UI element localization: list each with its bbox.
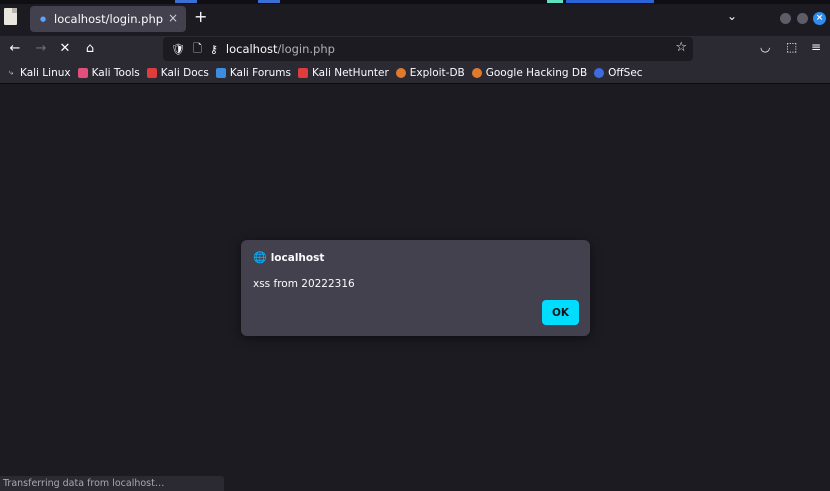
ok-button[interactable]: OK <box>542 300 579 325</box>
bookmark-kali-linux[interactable]: ⤷ Kali Linux <box>6 67 71 79</box>
bookmark-star-icon[interactable]: ☆ <box>675 40 687 55</box>
favicon-icon: ● <box>40 15 47 23</box>
tab-close-icon[interactable]: × <box>168 11 178 25</box>
back-button[interactable]: ← <box>6 40 24 58</box>
file-app-icon[interactable] <box>0 4 22 34</box>
nethunter-icon <box>297 67 308 78</box>
kali-forums-icon <box>215 67 226 78</box>
page-icon[interactable]: 🗋 <box>193 40 202 59</box>
kali-tools-icon <box>77 67 88 78</box>
hamburger-menu-icon[interactable]: ≡ <box>811 40 821 54</box>
home-button[interactable]: ⌂ <box>81 40 99 58</box>
status-bar: Transferring data from localhost… <box>0 476 224 491</box>
bookmark-exploit-db[interactable]: Exploit-DB <box>395 66 465 79</box>
bookmark-label: OffSec <box>608 66 643 79</box>
offsec-icon <box>594 67 605 78</box>
bookmarks-toolbar: ⤷ Kali Linux Kali Tools Kali Docs Kali Fo… <box>0 62 830 84</box>
key-icon[interactable]: ⚷ <box>210 43 218 56</box>
bookmark-google-hacking-db[interactable]: Google Hacking DB <box>471 66 588 79</box>
ghdb-icon <box>471 67 482 78</box>
kali-dragon-icon: ⤷ <box>8 67 14 77</box>
pocket-icon[interactable]: ◡ <box>760 40 770 54</box>
minimize-button[interactable] <box>780 13 791 24</box>
top-strip <box>0 0 830 4</box>
bookmark-kali-nethunter[interactable]: Kali NetHunter <box>297 66 389 79</box>
tab-bar: ● localhost/login.php × + ⌄ × <box>0 0 830 36</box>
panel-indicator <box>258 0 280 3</box>
bookmark-label: Kali Docs <box>160 66 209 79</box>
bookmark-label: Google Hacking DB <box>485 66 588 79</box>
maximize-button[interactable] <box>797 13 808 24</box>
url-path: /login.php <box>277 42 335 56</box>
shield-icon[interactable]: 🛡 <box>171 43 185 56</box>
bookmark-kali-tools[interactable]: Kali Tools <box>77 66 140 79</box>
kali-docs-icon <box>146 67 157 78</box>
bookmark-kali-forums[interactable]: Kali Forums <box>215 66 291 79</box>
globe-icon: 🌐 <box>253 251 267 264</box>
bookmark-label: Kali NetHunter <box>311 66 389 79</box>
dialog-header: 🌐 localhost <box>253 251 324 264</box>
panel-indicator <box>566 0 654 3</box>
bookmark-kali-docs[interactable]: Kali Docs <box>146 66 209 79</box>
dialog-origin: localhost <box>270 251 325 264</box>
exploit-db-icon <box>395 67 406 78</box>
bookmark-label: Kali Tools <box>91 66 140 79</box>
bookmark-label: Kali Forums <box>229 66 291 79</box>
alert-dialog: 🌐 localhost xss from 20222316 OK <box>241 240 590 336</box>
bookmark-label: Kali Linux <box>20 66 71 79</box>
new-tab-button[interactable]: + <box>194 9 207 25</box>
url-host: localhost <box>225 42 278 56</box>
navigation-toolbar: ← → ✕ ⌂ 🛡 🗋 ⚷ localhost/login.php ☆ ◡ ⬚ … <box>0 36 830 62</box>
bookmark-label: Exploit-DB <box>409 66 465 79</box>
tab-title: localhost/login.php <box>54 12 164 26</box>
url-bar[interactable]: 🛡 🗋 ⚷ localhost/login.php ☆ <box>163 37 693 61</box>
dialog-message: xss from 20222316 <box>253 278 355 290</box>
close-window-button[interactable]: × <box>813 12 826 25</box>
list-all-tabs-icon[interactable]: ⌄ <box>727 9 737 23</box>
stop-button[interactable]: ✕ <box>56 40 74 58</box>
panel-indicator <box>547 0 563 3</box>
forward-button[interactable]: → <box>32 40 50 58</box>
url-text[interactable]: localhost/login.php <box>226 42 335 56</box>
panel-indicator <box>175 0 197 3</box>
tab-login[interactable]: ● localhost/login.php × <box>30 6 186 32</box>
extensions-icon[interactable]: ⬚ <box>786 40 797 54</box>
bookmark-offsec[interactable]: OffSec <box>594 66 643 79</box>
